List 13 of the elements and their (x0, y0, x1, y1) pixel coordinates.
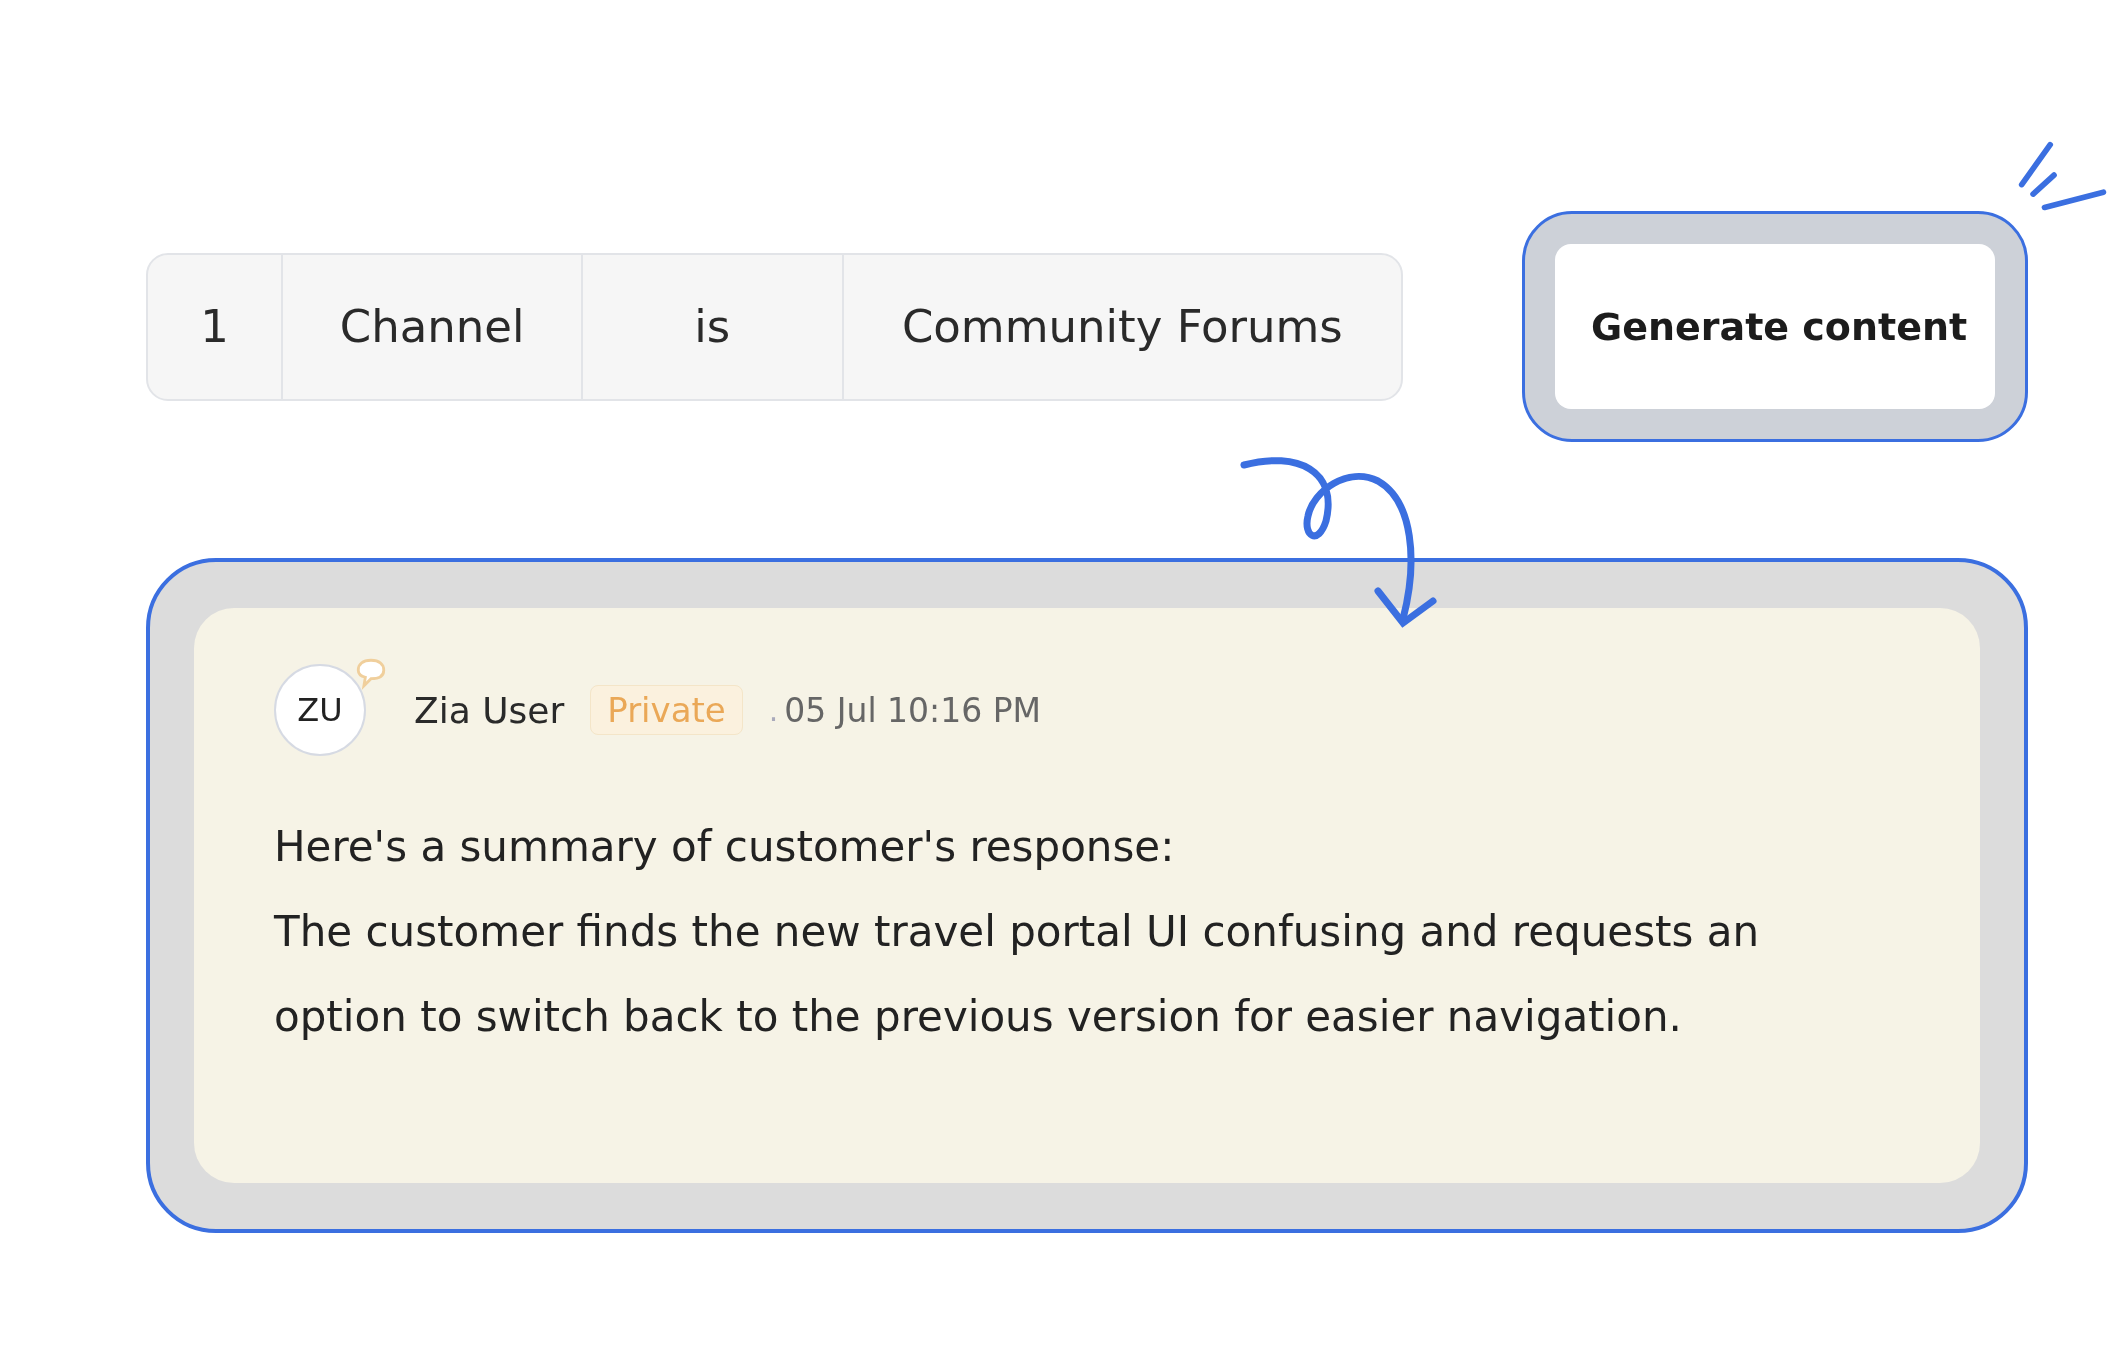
summary-heading: Here's a summary of customer's response: (274, 821, 1176, 873)
author-name: Zia User (414, 689, 565, 731)
avatar: ZU (274, 664, 366, 756)
separator-dot: . (768, 692, 779, 728)
timestamp: 05 Jul 10:16 PM (784, 690, 1042, 730)
generate-content-button[interactable]: Generate content (1555, 244, 1995, 409)
condition-cell: 1 (148, 254, 284, 399)
chat-bubble-icon (354, 656, 388, 690)
summary-text: The customer finds the new travel portal UI confusing and requests an option to switch back to the previous version for easier navigation. (274, 906, 1761, 1043)
private-badge: Private (590, 685, 743, 735)
condition-cell: is (582, 254, 844, 399)
condition-cell: Channel (283, 254, 583, 399)
condition-cell-text: Community Forums (900, 299, 1344, 355)
